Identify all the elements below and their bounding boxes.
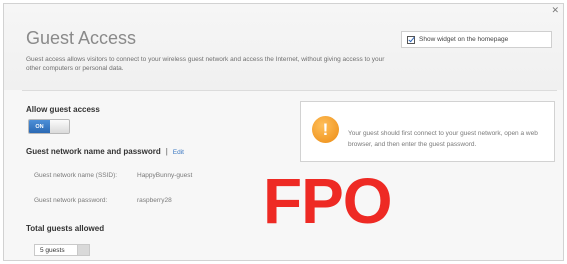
page-description: Guest access allows visitors to connect …: [26, 56, 385, 72]
password-label: Guest network password:: [34, 197, 108, 204]
allow-guest-label: Allow guest access: [26, 105, 100, 114]
total-guests-select[interactable]: 5 guests: [34, 244, 90, 256]
guest-notice-box: ! Your guest should first connect to you…: [300, 101, 555, 162]
total-guests-label: Total guests allowed: [26, 224, 105, 233]
chevron-down-icon[interactable]: [77, 245, 89, 255]
divider: [22, 90, 557, 91]
page-title: Guest Access: [26, 28, 137, 48]
checkbox-checked-icon[interactable]: [407, 35, 415, 44]
close-icon[interactable]: ✕: [551, 6, 559, 15]
notice-text: Your guest should first connect to your …: [348, 130, 538, 148]
toggle-knob: [50, 120, 69, 133]
ssid-label: Guest network name (SSID):: [34, 172, 118, 179]
ssid-value: HappyBunny-guest: [137, 172, 193, 179]
fpo-overlay-text: FPO: [263, 165, 393, 237]
show-widget-checkbox[interactable]: Show widget on the homepage: [401, 31, 552, 48]
password-value: raspberry28: [137, 197, 172, 204]
network-heading: Guest network name and password | Edit: [26, 147, 184, 156]
guest-access-panel: ✕ Guest Access Guest access allows visit…: [3, 3, 564, 261]
total-guests-value: 5 guests: [40, 246, 65, 254]
heading-separator: |: [165, 147, 168, 156]
warning-icon: !: [312, 116, 339, 143]
show-widget-label: Show widget on the homepage: [419, 36, 509, 43]
edit-network-link[interactable]: Edit: [173, 149, 184, 156]
allow-guest-toggle[interactable]: ON: [28, 119, 70, 134]
toggle-on-label: ON: [29, 120, 50, 133]
network-heading-label: Guest network name and password: [26, 147, 161, 156]
